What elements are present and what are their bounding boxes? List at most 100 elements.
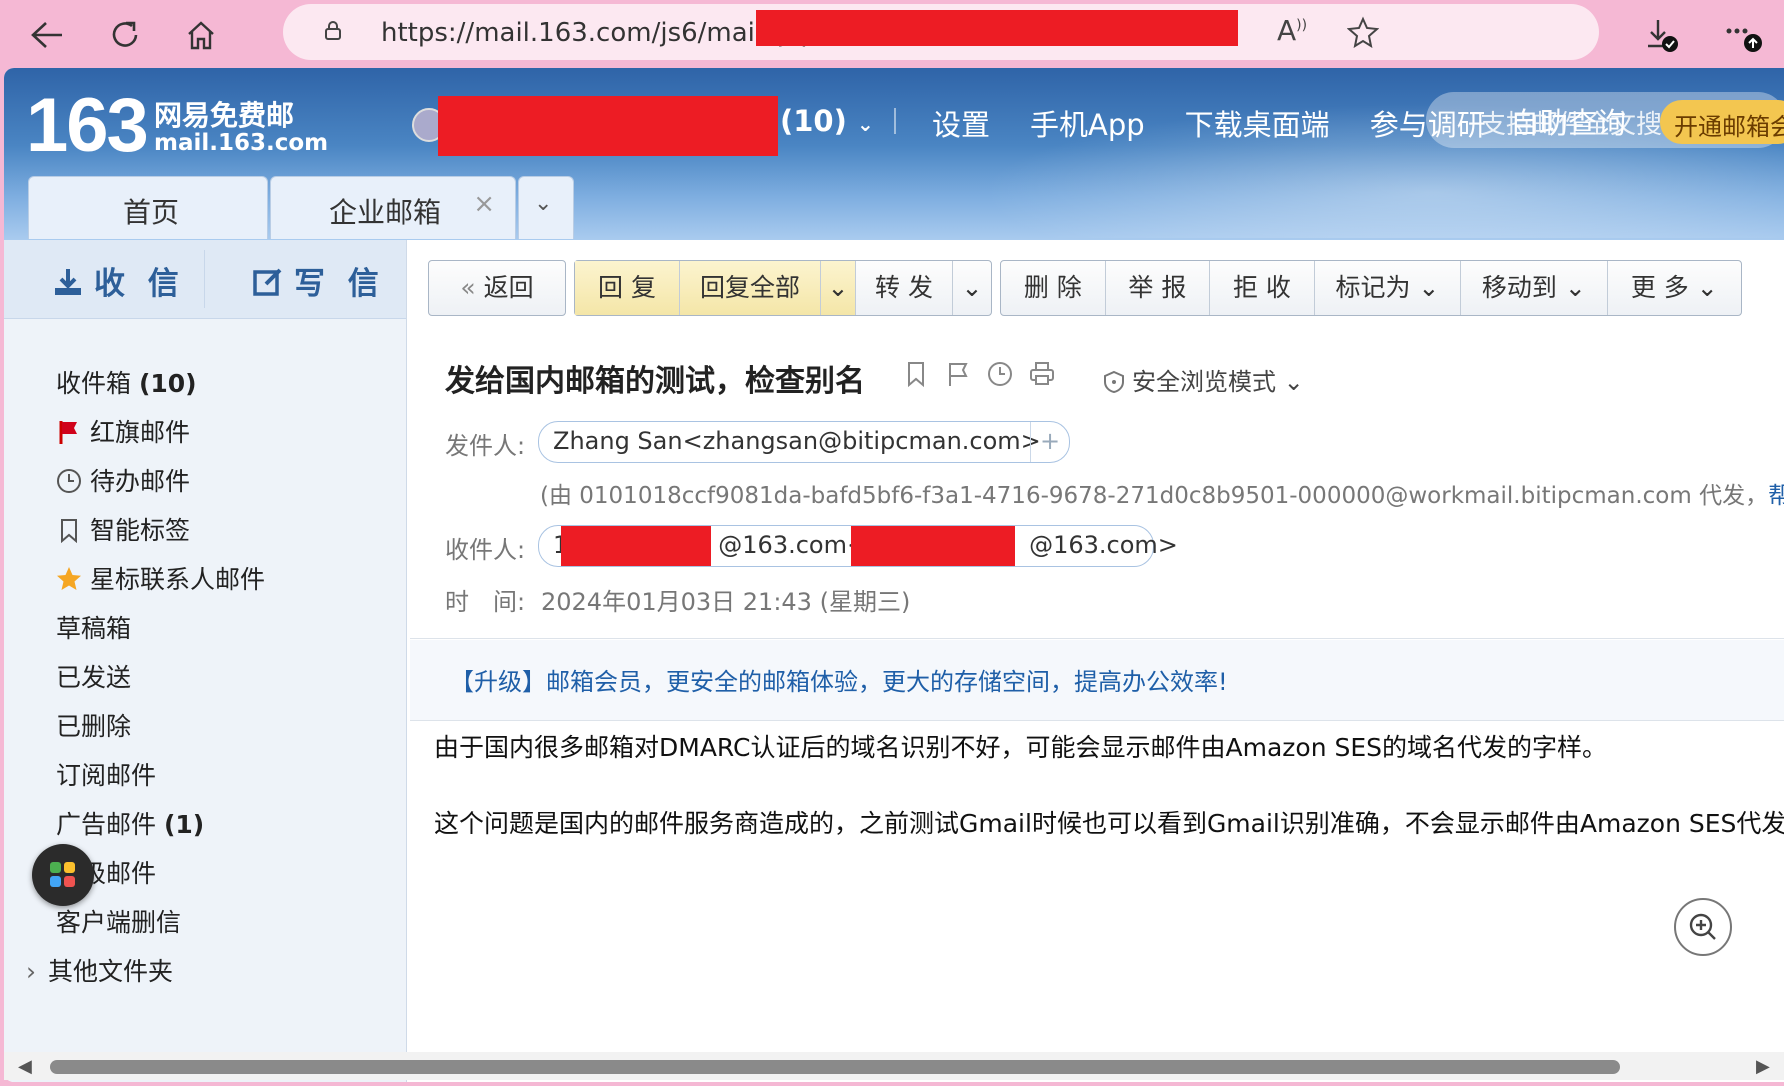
bookmark-icon[interactable] (902, 360, 930, 388)
redacted-block (756, 10, 1238, 46)
reject-button[interactable]: 拒 收 (1210, 261, 1315, 315)
close-icon[interactable]: × (473, 189, 495, 219)
chevron-right-icon[interactable]: › (26, 957, 36, 986)
from-label: 发件人: (445, 432, 526, 460)
forward-button[interactable]: 转 发 (856, 261, 953, 315)
subject-icons (902, 360, 1056, 388)
reply-button[interactable]: 回 复 (575, 261, 680, 315)
folder-todo[interactable]: 待办邮件 (56, 462, 190, 498)
folder-starred-contacts[interactable]: 星标联系人邮件 (56, 560, 265, 596)
open-vip-button[interactable]: 开通邮箱会员 (1660, 100, 1784, 144)
refresh-icon[interactable] (104, 14, 146, 56)
tab-enterprise-mail[interactable]: 企业邮箱 × (270, 176, 516, 239)
add-contact-icon[interactable]: + (1030, 422, 1069, 462)
unread-badge[interactable]: (10) ⌄ (780, 104, 874, 138)
mark-as-dropdown[interactable]: 标记为 ⌄ (1315, 261, 1462, 315)
chevron-down-icon: ⌄ (534, 191, 553, 216)
receive-button[interactable]: 收 信 (52, 258, 185, 303)
folder-client-deleted[interactable]: 客户端删信 (56, 903, 181, 939)
tab-enterprise-label: 企业邮箱 (329, 196, 442, 229)
tab-home[interactable]: 首页 (28, 176, 268, 239)
mail-body-paragraph: 由于国内很多邮箱对DMARC认证后的域名识别不好，可能会显示邮件由Amazon … (434, 733, 1608, 762)
to-label: 收件人: (445, 536, 526, 564)
logo-en: mail.163.com (154, 130, 329, 156)
app-launcher-button[interactable] (32, 844, 94, 906)
clock-icon[interactable] (986, 360, 1014, 388)
write-button[interactable]: 写 信 (252, 258, 385, 303)
safe-browsing-mode[interactable]: 安全浏览模式 ⌄ (1102, 362, 1304, 397)
star-icon (57, 567, 81, 590)
header-separator (894, 108, 896, 134)
scrollbar-thumb[interactable] (50, 1060, 1620, 1074)
mail-subject: 发给国内邮箱的测试，检查别名 (445, 364, 865, 399)
zoom-in-icon (1689, 913, 1716, 940)
print-icon[interactable] (1028, 360, 1056, 388)
to-address[interactable]: 1@163.com<@163.com> (538, 525, 1178, 567)
compose-bar: 收 信 写 信 (4, 240, 406, 319)
move-to-dropdown[interactable]: 移动到 ⌄ (1461, 261, 1608, 315)
more-dropdown[interactable]: 更 多 ⌄ (1608, 261, 1741, 315)
help-link[interactable]: 帮助 (1768, 483, 1784, 509)
zoom-button[interactable] (1674, 898, 1732, 956)
tab-dropdown[interactable]: ⌄ (518, 176, 574, 239)
folder-red-flag[interactable]: 红旗邮件 (56, 413, 190, 449)
reply-group: 回 复 回复全部 ⌄ 转 发 ⌄ (574, 260, 992, 316)
lock-icon[interactable] (323, 20, 343, 40)
folder-deleted[interactable]: 已删除 (56, 707, 131, 743)
address-bar[interactable]: https://mail.163.com/js6/main.jsp?sid= A… (283, 4, 1599, 60)
tab-home-label: 首页 (123, 196, 180, 229)
redacted-recipient-2 (851, 526, 1015, 566)
scroll-left-icon[interactable]: ◀ (18, 1056, 32, 1077)
mail-page: 163 网易免费邮 mail.163.com (10) ⌄ 设置 手机App 下… (4, 68, 1784, 1082)
report-button[interactable]: 举 报 (1106, 261, 1211, 315)
read-aloud-icon[interactable]: A)) (1277, 14, 1307, 47)
forward-dropdown[interactable]: ⌄ (953, 261, 991, 315)
browser-toolbar: https://mail.163.com/js6/main.jsp?sid= A… (0, 0, 1784, 68)
favorite-icon[interactable] (1347, 16, 1379, 48)
horizontal-scrollbar[interactable]: ◀ ▶ (4, 1052, 1784, 1080)
redacted-recipient-1 (561, 526, 711, 566)
logo-cn: 网易免费邮 (154, 99, 295, 132)
folder-drafts[interactable]: 草稿箱 (56, 609, 131, 645)
logo-number[interactable]: 163 (26, 82, 149, 169)
back-button[interactable]: « 返回 (429, 261, 565, 315)
from-address-text: Zhang San<zhangsan@bitipcman.com> (553, 427, 1041, 455)
upgrade-link[interactable]: 【升级】邮箱会员，更安全的邮箱体验，更大的存储空间，提高办公效率! (450, 662, 1228, 697)
home-icon[interactable] (180, 14, 222, 56)
divider (410, 638, 1784, 639)
folder-inbox[interactable]: 收件箱 (10) (56, 364, 197, 400)
folder-smart-tag[interactable]: 智能标签 (56, 511, 190, 547)
folder-ads[interactable]: 广告邮件 (1) (56, 805, 204, 841)
scroll-right-icon[interactable]: ▶ (1756, 1056, 1770, 1077)
apps-icon (50, 862, 75, 887)
more-icon[interactable] (1722, 14, 1764, 56)
action-group: 删 除 举 报 拒 收 标记为 ⌄ 移动到 ⌄ 更 多 ⌄ (1000, 260, 1742, 316)
reply-more-dropdown[interactable]: ⌄ (821, 261, 856, 315)
desktop-download-link[interactable]: 下载桌面端 (1185, 102, 1330, 144)
downloads-icon[interactable] (1640, 14, 1682, 56)
time-label: 时 间: (445, 588, 526, 616)
red-flag-icon (59, 421, 77, 444)
upgrade-banner: 【升级】邮箱会员，更安全的邮箱体验，更大的存储空间，提高办公效率! (410, 640, 1784, 720)
folder-other[interactable]: › 其他文件夹 (26, 952, 173, 988)
edit-icon (253, 268, 282, 296)
folder-sent[interactable]: 已发送 (56, 658, 131, 694)
mobile-app-link[interactable]: 手机App (1030, 102, 1145, 144)
from-address[interactable]: Zhang San<zhangsan@bitipcman.com> + (538, 421, 1070, 463)
sent-on-behalf: (由 0101018ccf9081da-bafd5bf6-f3a1-4716-9… (540, 476, 1784, 510)
back-group: « 返回 (428, 260, 566, 316)
settings-link[interactable]: 设置 (932, 102, 990, 144)
sidebar: 收 信 写 信 收件箱 (10) 红旗邮件 待办邮件 智能标签 星标联系人邮件 … (4, 240, 407, 1082)
delete-button[interactable]: 删 除 (1001, 261, 1106, 315)
shield-icon (1104, 370, 1124, 394)
bookmark-icon (61, 519, 77, 543)
mail-body-paragraph: 这个问题是国内的邮件服务商造成的，之前测试Gmail时候也可以看到Gmail识别… (434, 809, 1784, 838)
clock-icon (57, 469, 81, 493)
compose-divider (204, 250, 205, 308)
reply-all-button[interactable]: 回复全部 (680, 261, 821, 315)
self-service-link[interactable]: 自助查询 (1510, 100, 1626, 142)
divider (410, 720, 1784, 721)
flag-icon[interactable] (944, 360, 972, 388)
back-icon[interactable] (26, 14, 68, 56)
folder-subscriptions[interactable]: 订阅邮件 (56, 756, 156, 792)
